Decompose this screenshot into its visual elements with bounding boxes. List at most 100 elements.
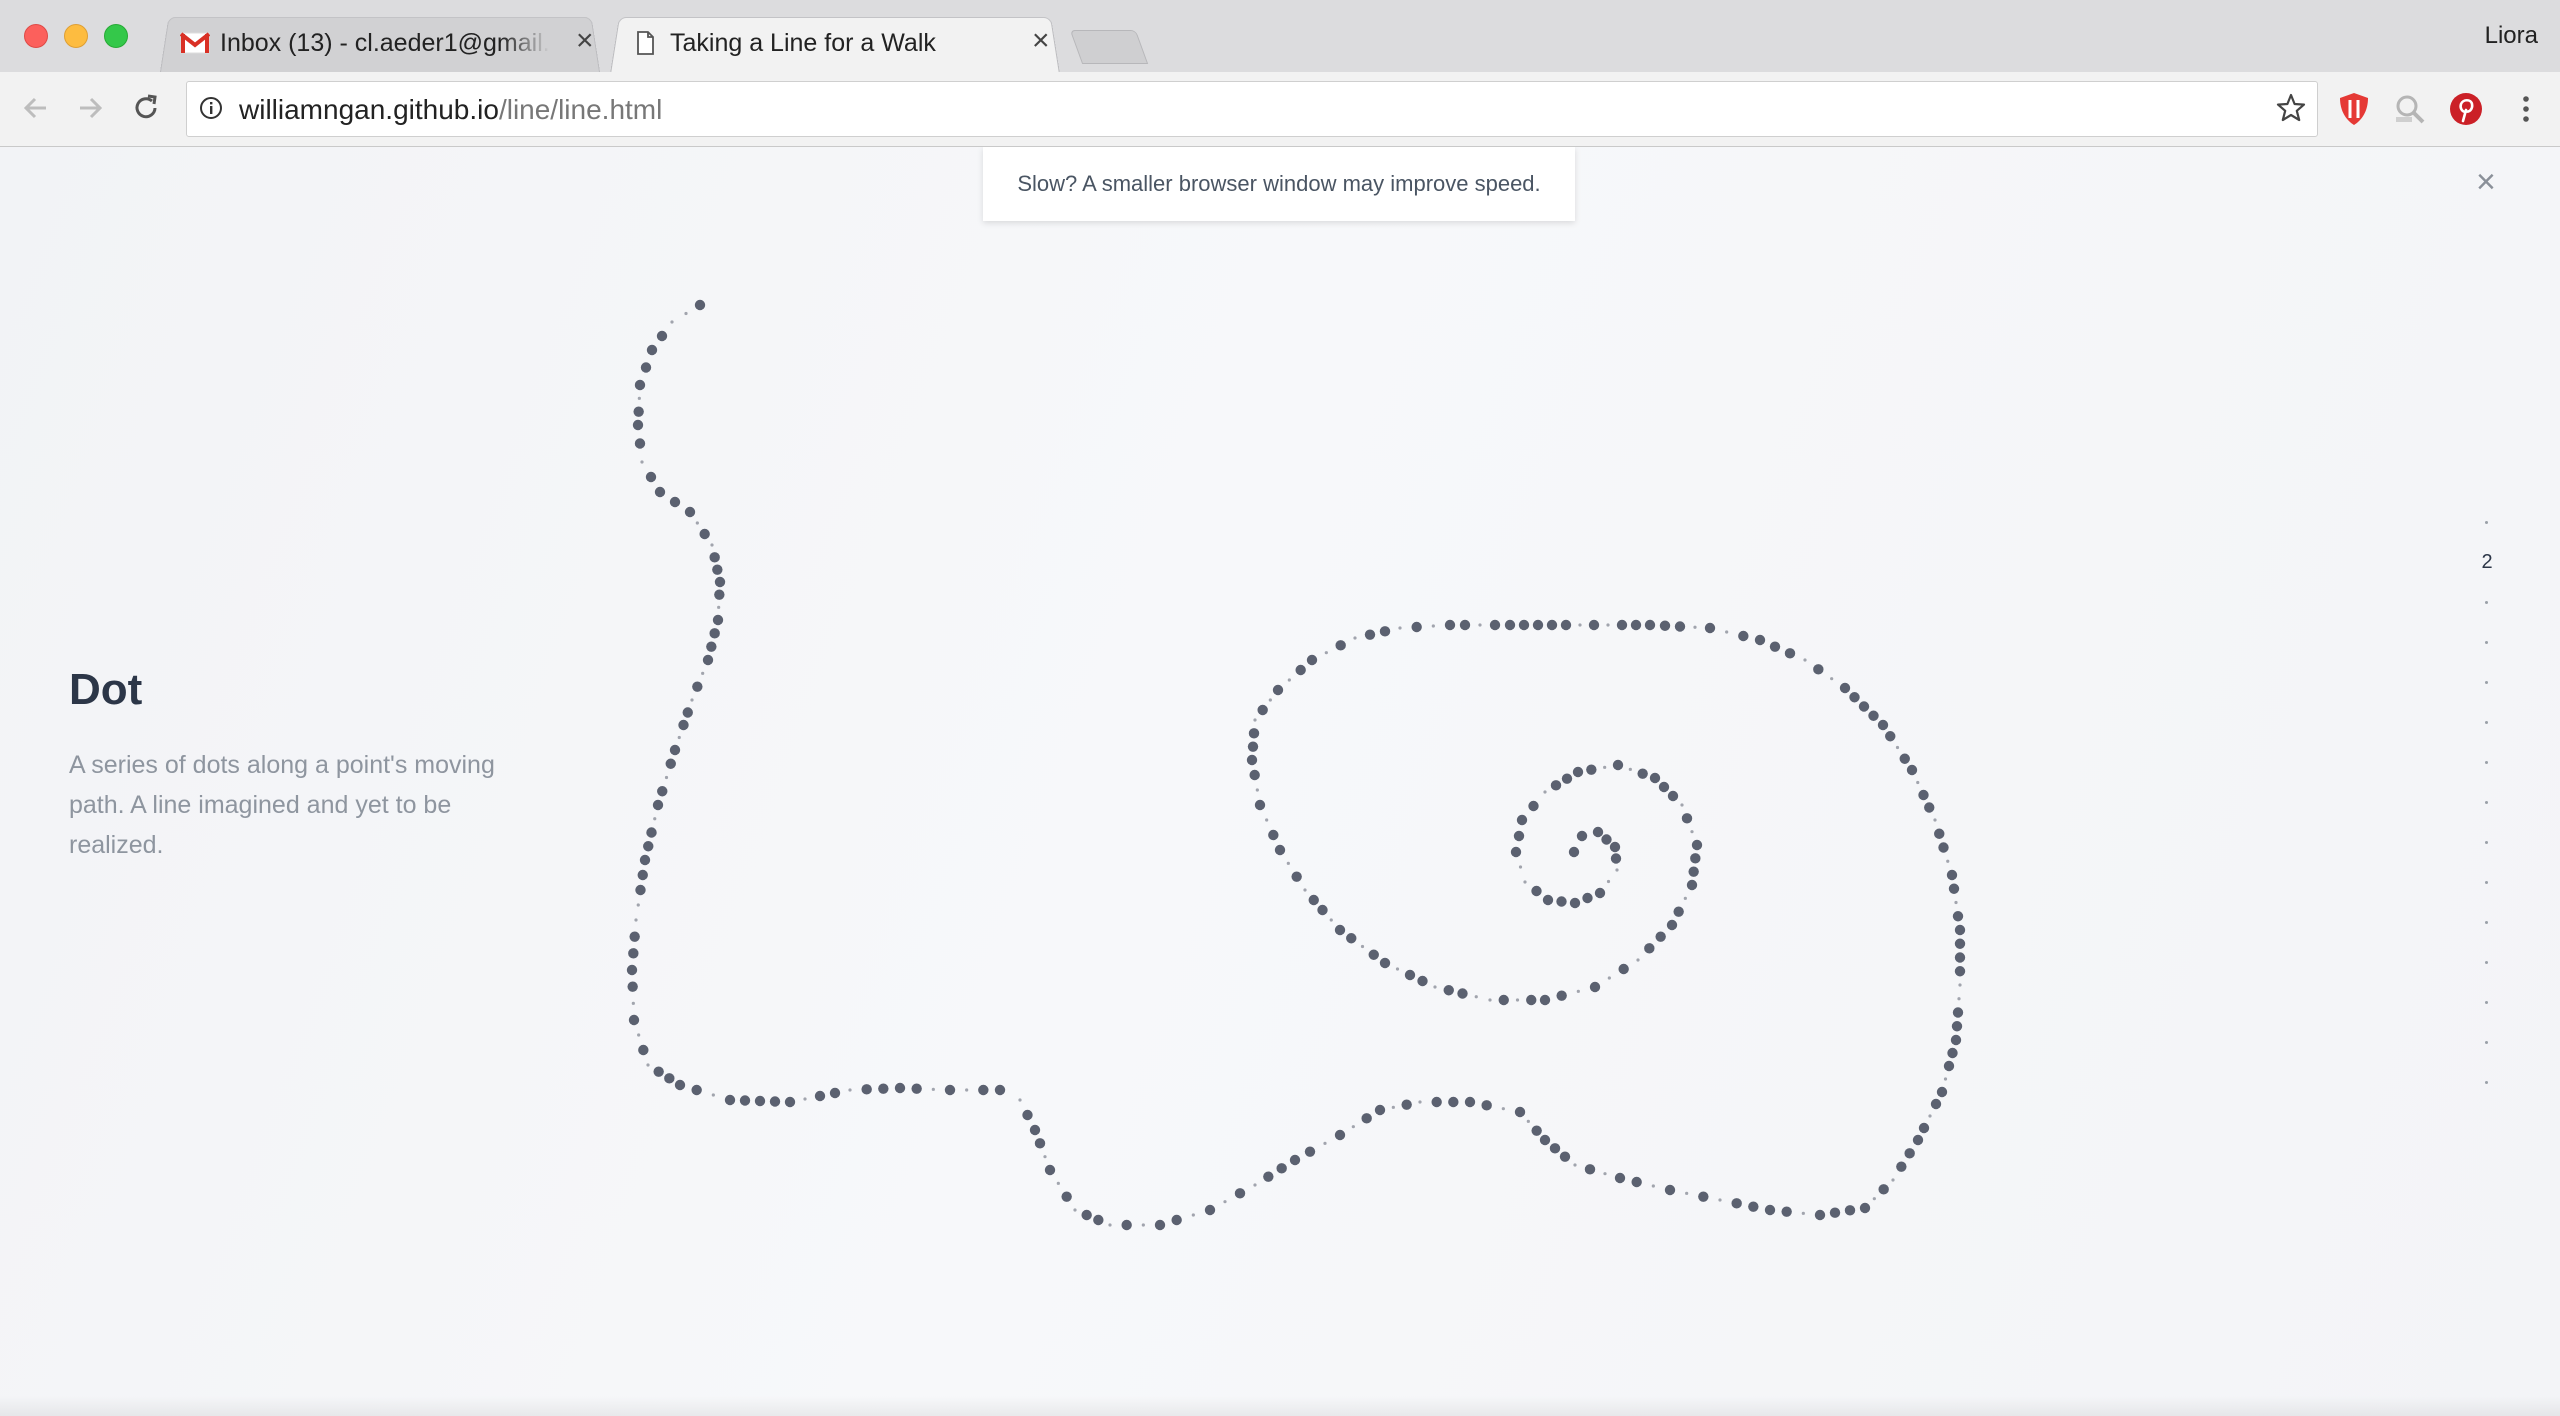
path-dot	[1334, 1129, 1346, 1141]
path-dot	[1844, 1205, 1856, 1216]
path-dot	[712, 614, 724, 626]
progress-dot[interactable]	[2485, 641, 2488, 644]
path-dot	[1204, 1204, 1216, 1216]
progress-dot[interactable]	[2485, 521, 2488, 524]
path-dot	[1395, 967, 1400, 971]
path-dot	[803, 1097, 807, 1101]
path-dot	[1518, 865, 1523, 869]
path-dot	[1532, 619, 1544, 631]
window-minimize-button[interactable]	[64, 24, 88, 48]
progress-dot[interactable]	[2485, 921, 2488, 924]
path-dot	[1516, 814, 1528, 826]
path-dot	[1572, 766, 1584, 778]
address-bar[interactable]: williamngan.github.io/line/line.html	[186, 81, 2318, 137]
window-close-button[interactable]	[24, 24, 48, 48]
path-dot	[1044, 1164, 1056, 1176]
page-content: Slow? A smaller browser window may impro…	[0, 147, 2560, 1416]
path-dot	[1698, 1191, 1709, 1202]
path-dot	[861, 1084, 872, 1095]
progress-dot[interactable]	[2485, 1041, 2488, 1044]
path-dot	[695, 521, 699, 525]
path-dot	[1335, 640, 1346, 651]
path-dot	[646, 827, 657, 838]
path-dot	[709, 628, 720, 639]
path-dot	[1813, 664, 1824, 675]
path-dot	[1686, 879, 1698, 891]
kebab-menu-icon[interactable]	[2508, 91, 2544, 127]
forward-arrow-icon[interactable]	[72, 90, 108, 126]
path-dot	[1514, 1106, 1526, 1118]
progress-dot[interactable]	[2485, 961, 2488, 964]
path-dot	[1518, 619, 1530, 631]
ublock-shield-icon[interactable]	[2336, 91, 2372, 127]
path-dot	[1391, 1105, 1395, 1109]
bookmark-star-icon[interactable]	[2275, 92, 2307, 124]
tab-walk-close-button[interactable]: ×	[1032, 26, 1050, 56]
path-dot	[1417, 975, 1428, 987]
path-dot	[669, 496, 681, 508]
path-dot	[1061, 1191, 1072, 1202]
path-dot	[1398, 626, 1402, 630]
path-dot	[684, 311, 688, 316]
path-dot	[706, 641, 717, 652]
path-dot	[1912, 1134, 1924, 1146]
progress-dot[interactable]	[2485, 721, 2488, 724]
path-dot	[1801, 1211, 1805, 1215]
speed-notice: Slow? A smaller browser window may impro…	[983, 147, 1575, 221]
info-icon[interactable]	[199, 96, 223, 120]
page-progress-indicator[interactable]	[2466, 147, 2506, 1416]
path-dot	[1631, 1176, 1642, 1188]
path-dot	[653, 817, 657, 821]
progress-dot[interactable]	[2485, 1001, 2488, 1004]
path-dot	[1877, 719, 1889, 731]
path-dot	[978, 1084, 989, 1096]
path-dot	[1418, 1100, 1422, 1104]
path-dot	[1718, 1198, 1722, 1202]
path-dot	[1829, 1207, 1841, 1218]
path-dot	[1560, 619, 1572, 631]
path-dot	[1957, 997, 1961, 1001]
path-dot	[1603, 1172, 1607, 1176]
reload-icon[interactable]	[128, 90, 164, 126]
tab-inbox-close-button[interactable]: ×	[576, 26, 594, 56]
path-dot	[1610, 853, 1622, 864]
progress-dot[interactable]	[2485, 601, 2488, 604]
tab-inbox[interactable]: Inbox (13) - cl.aeder1@gmail.com ×	[150, 14, 610, 72]
path-dot	[1464, 1096, 1476, 1108]
path-dot	[654, 486, 666, 498]
progress-dot[interactable]	[2485, 681, 2488, 684]
path-dot	[1542, 894, 1554, 906]
profile-name[interactable]: Liora	[2485, 22, 2538, 50]
path-dot	[1576, 989, 1580, 993]
tab-inbox-title: Inbox (13) - cl.aeder1@gmail.com	[220, 29, 550, 57]
back-arrow-icon[interactable]	[18, 90, 54, 126]
search-extension-icon[interactable]	[2392, 91, 2428, 127]
path-dot	[1803, 658, 1807, 662]
path-dot	[1268, 829, 1279, 841]
progress-dot[interactable]	[2485, 1081, 2488, 1084]
path-dot	[1459, 619, 1471, 631]
progress-dot[interactable]	[2485, 881, 2488, 884]
path-dot	[1531, 885, 1542, 897]
progress-dot[interactable]	[2485, 761, 2488, 764]
path-dot	[1556, 896, 1567, 907]
progress-dot[interactable]	[2485, 801, 2488, 804]
path-dot	[1531, 1125, 1542, 1136]
path-dot	[1681, 813, 1693, 824]
path-dot	[1947, 1047, 1958, 1059]
path-dot	[1303, 888, 1307, 892]
path-dot	[1401, 1099, 1412, 1110]
path-dot	[694, 299, 706, 311]
path-dot	[1704, 622, 1716, 634]
url-text[interactable]: williamngan.github.io/line/line.html	[239, 94, 662, 126]
path-dot	[1659, 620, 1671, 631]
pinterest-icon[interactable]	[2448, 91, 2484, 127]
progress-dot[interactable]	[2485, 841, 2488, 844]
path-dot	[640, 460, 644, 464]
tab-taking-a-line-for-a-walk[interactable]: Taking a Line for a Walk ×	[600, 14, 1070, 75]
path-dot	[1830, 677, 1834, 681]
new-tab-button[interactable]	[1069, 30, 1149, 64]
gmail-icon	[180, 32, 210, 54]
path-dot	[1249, 769, 1260, 781]
window-maximize-button[interactable]	[104, 24, 128, 48]
